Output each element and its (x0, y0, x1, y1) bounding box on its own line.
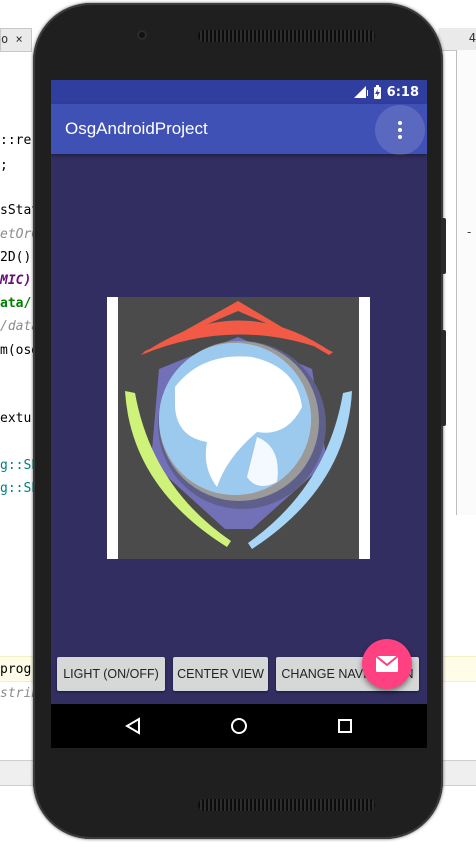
recents-square-icon[interactable] (337, 718, 353, 734)
email-icon (375, 655, 399, 672)
code-line: MIC) (0, 273, 32, 288)
osg-render-view[interactable] (107, 297, 370, 559)
device-screen: 6:18 OsgAndroidProject LIGHT (ON/OFF) CE… (51, 80, 427, 748)
overflow-menu-icon (398, 121, 402, 139)
email-fab[interactable] (362, 639, 412, 689)
bottom-speaker (198, 799, 375, 811)
code-line: ata/ (0, 296, 32, 311)
volume-button[interactable] (441, 218, 446, 274)
code-line: ::re (0, 133, 32, 148)
back-triangle-icon[interactable] (125, 717, 141, 735)
overflow-menu-button[interactable] (375, 105, 425, 155)
editor-tab-left[interactable]: o × (0, 28, 32, 52)
center-view-button[interactable]: CENTER VIEW (173, 657, 268, 691)
app-bar: OsgAndroidProject (51, 104, 427, 155)
navigation-bar (51, 704, 427, 748)
front-camera (137, 30, 147, 40)
signal-icon (353, 86, 368, 98)
editor-tab-right[interactable]: 4 (438, 28, 476, 51)
light-toggle-button[interactable]: LIGHT (ON/OFF) (57, 657, 165, 691)
code-line: ; (0, 158, 8, 173)
app-title: OsgAndroidProject (65, 119, 208, 138)
ide-side-panel: - (456, 50, 476, 515)
status-bar: 6:18 (51, 80, 427, 104)
side-panel-mark: - (467, 225, 472, 239)
top-speaker (198, 30, 375, 42)
battery-charging-icon (373, 85, 381, 99)
power-button[interactable] (441, 330, 446, 426)
status-time: 6:18 (386, 84, 419, 100)
home-circle-icon[interactable] (230, 717, 248, 735)
